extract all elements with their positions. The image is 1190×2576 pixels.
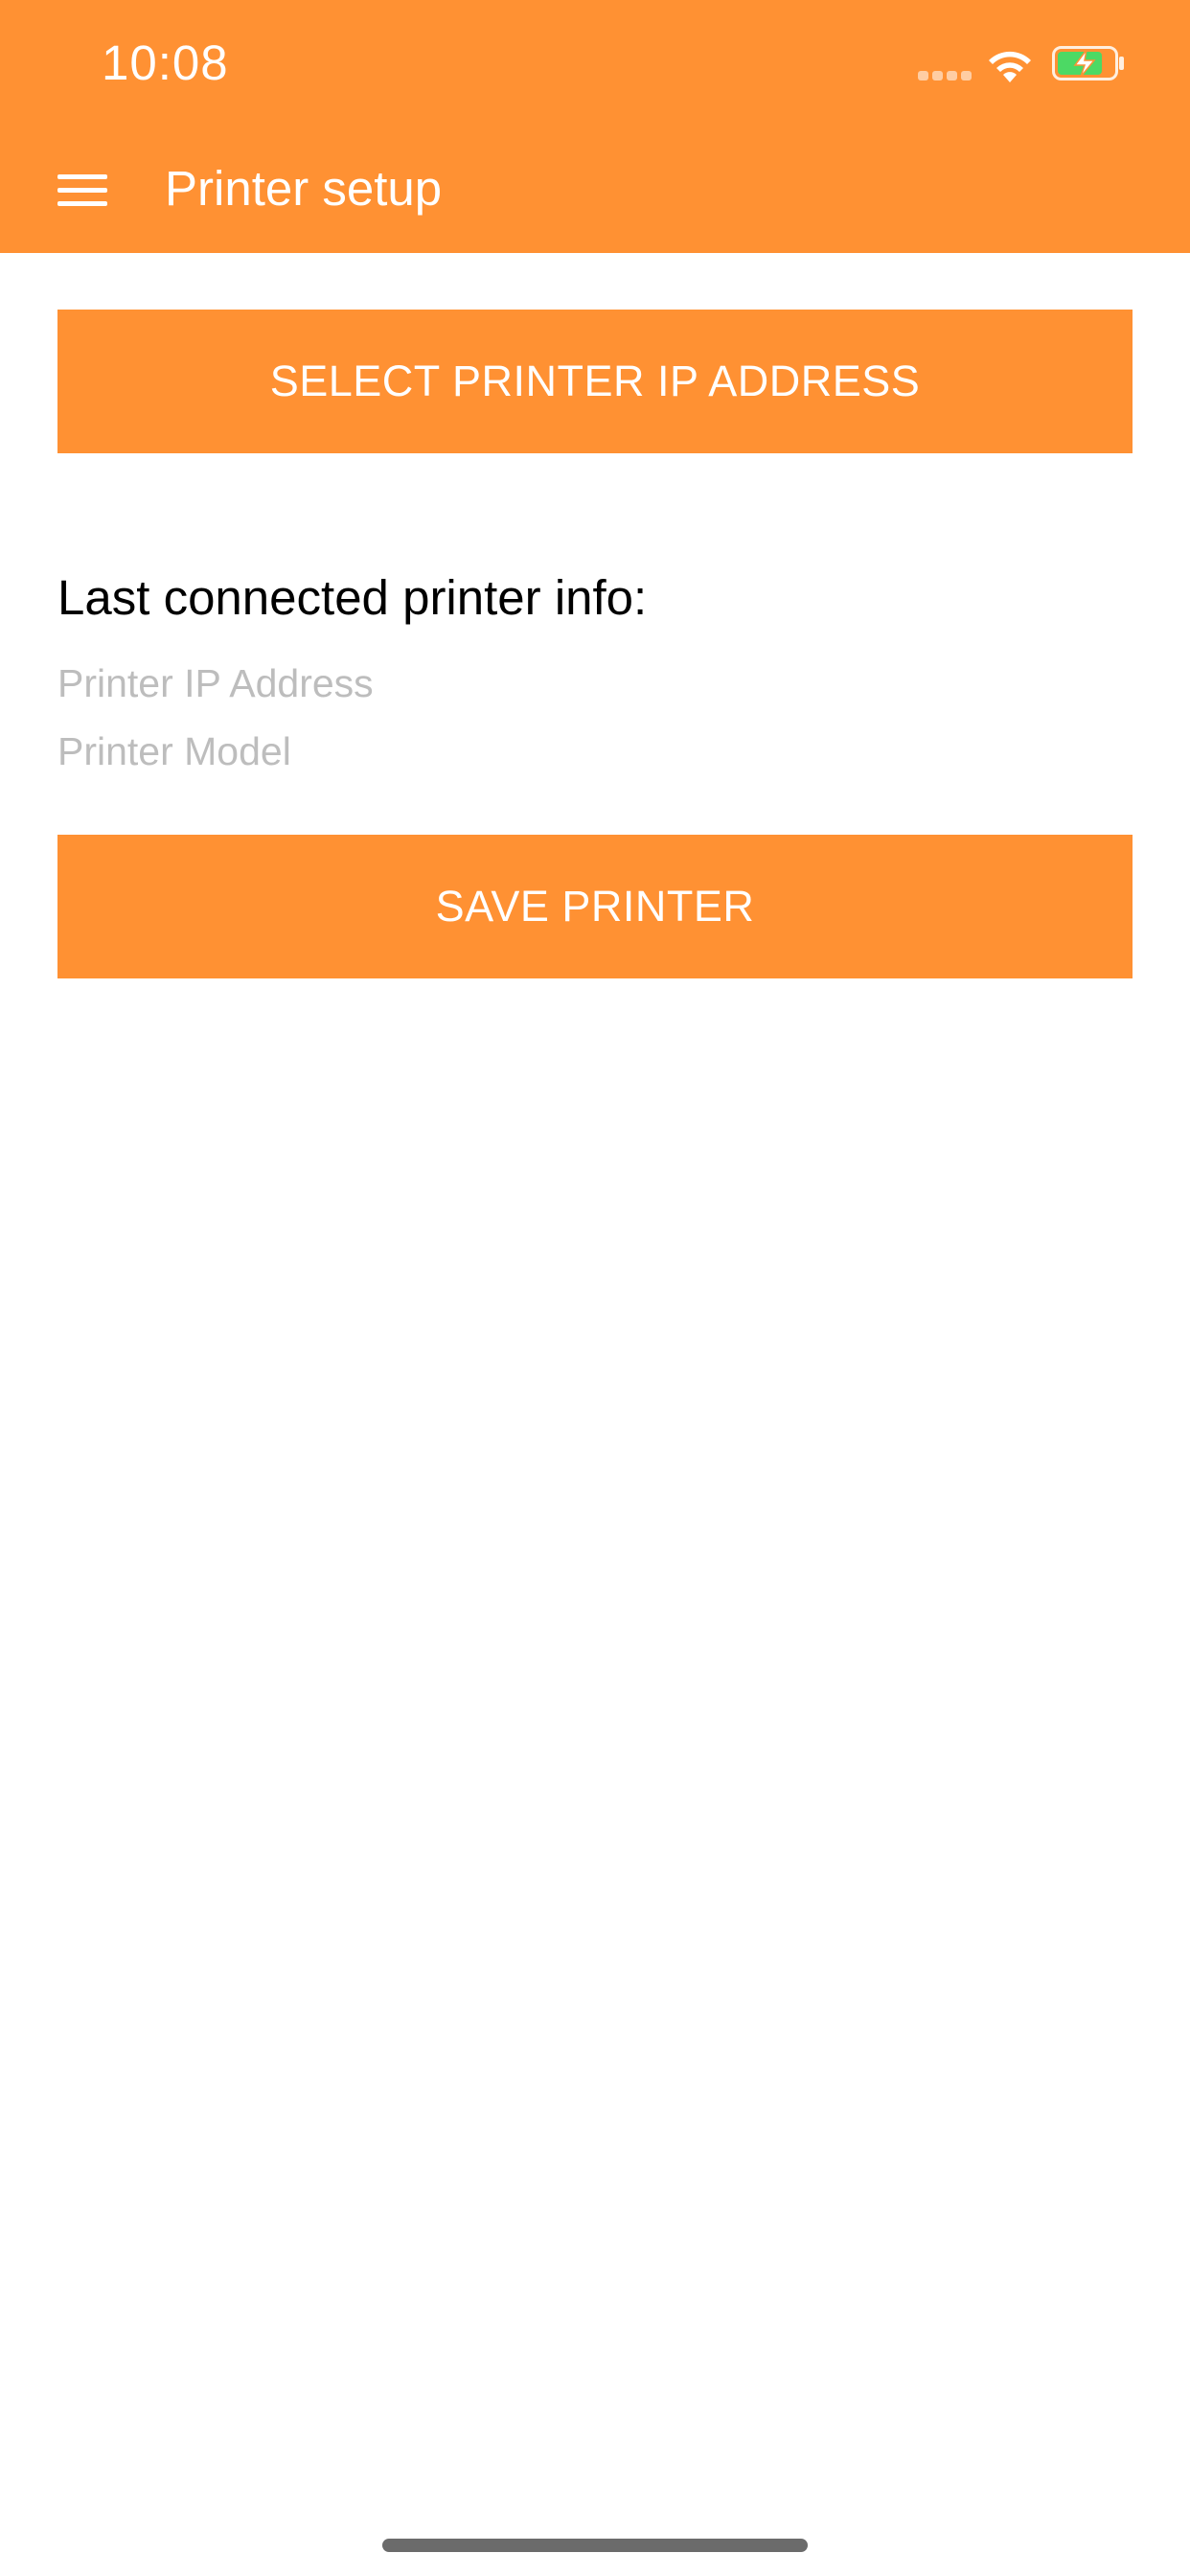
- cellular-signal-icon: [918, 71, 972, 80]
- printer-model-value: Printer Model: [57, 729, 291, 773]
- battery-charging-icon: [1052, 46, 1124, 80]
- home-indicator[interactable]: [382, 2539, 808, 2552]
- page-title: Printer setup: [165, 161, 443, 216]
- app-header: 10:08 Printer setup: [0, 0, 1190, 253]
- printer-setup-screen: 10:08 Printer setup SELECT PRINTER IP AD…: [0, 0, 1190, 2576]
- save-printer-button[interactable]: SAVE PRINTER: [57, 835, 1133, 978]
- select-printer-ip-button[interactable]: SELECT PRINTER IP ADDRESS: [57, 310, 1133, 453]
- status-time: 10:08: [102, 35, 229, 90]
- last-printer-info-heading: Last connected printer info:: [57, 570, 648, 625]
- printer-ip-address-value: Printer IP Address: [57, 661, 374, 705]
- wifi-icon: [989, 51, 1031, 82]
- hamburger-menu-icon[interactable]: [52, 163, 111, 207]
